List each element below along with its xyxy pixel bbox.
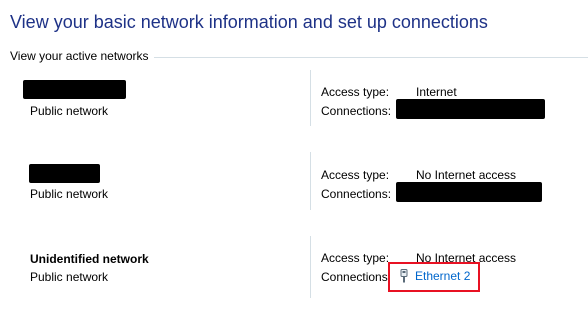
access-type-value: Internet bbox=[416, 85, 457, 99]
ethernet-connection-link[interactable]: Ethernet 2 bbox=[399, 269, 470, 283]
active-networks-header: View your active networks bbox=[10, 49, 149, 63]
column-divider bbox=[310, 70, 311, 126]
connections-label: Connections: bbox=[321, 187, 392, 201]
network-name: Unidentified network bbox=[30, 252, 149, 266]
connection-redacted bbox=[396, 99, 545, 119]
access-type-label: Access type: bbox=[321, 85, 390, 99]
connections-label: Connections: bbox=[321, 104, 392, 118]
network-name-redacted bbox=[23, 80, 126, 99]
ethernet-connection-label: Ethernet 2 bbox=[415, 269, 471, 283]
access-type-value: No Internet access bbox=[416, 168, 517, 182]
network-name-redacted bbox=[29, 164, 100, 183]
page-title: View your basic network information and … bbox=[10, 12, 488, 32]
ethernet-icon bbox=[399, 269, 409, 283]
column-divider bbox=[310, 152, 311, 210]
network-category: Public network bbox=[30, 270, 109, 284]
connection-redacted bbox=[396, 182, 542, 202]
network-category: Public network bbox=[30, 104, 109, 118]
access-type-label: Access type: bbox=[321, 251, 390, 265]
network-category: Public network bbox=[30, 187, 109, 201]
connections-label: Connections: bbox=[321, 270, 392, 284]
column-divider bbox=[310, 236, 311, 298]
access-type-label: Access type: bbox=[321, 168, 390, 182]
section-divider bbox=[154, 57, 588, 58]
